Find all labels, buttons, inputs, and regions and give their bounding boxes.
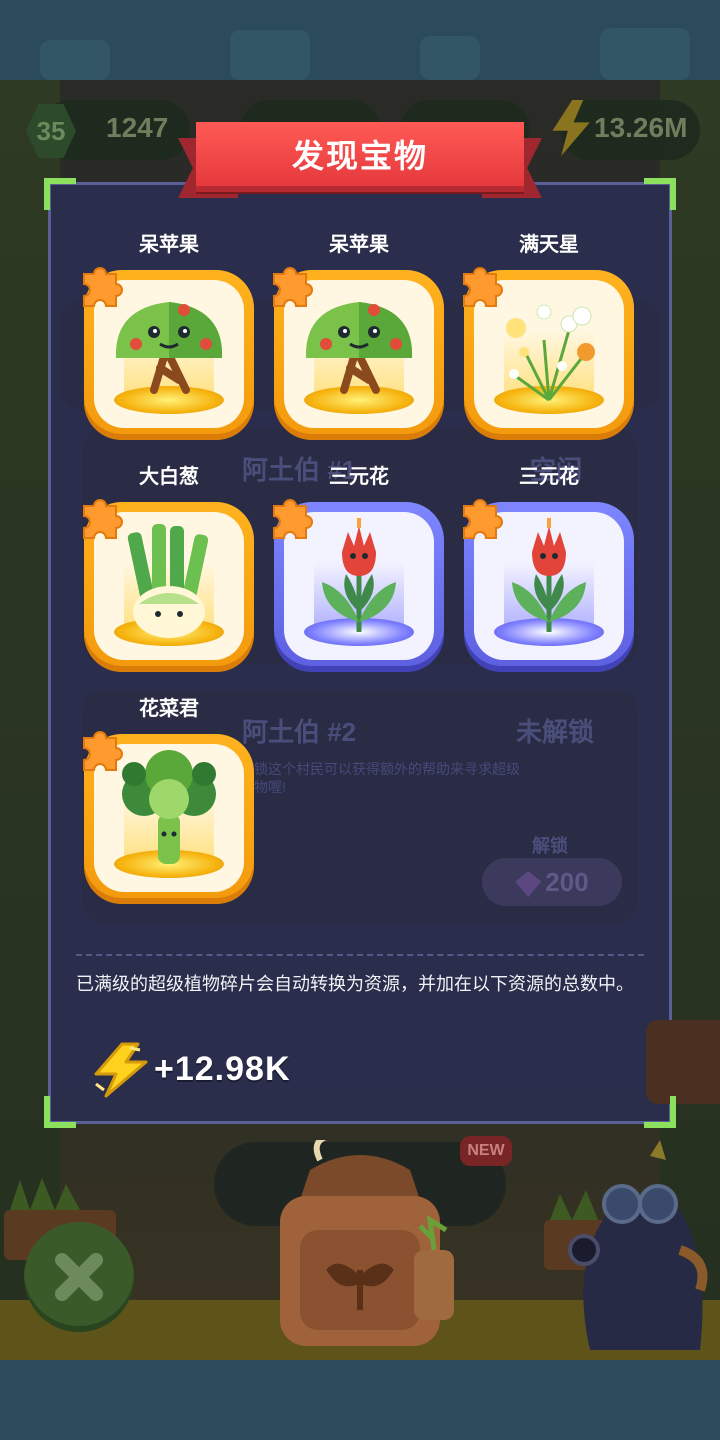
treasure-card[interactable]: 满天星 xyxy=(464,234,634,440)
energy-bolt-icon xyxy=(90,1040,152,1100)
corner-accent xyxy=(44,178,76,210)
next-arrow-button[interactable] xyxy=(646,1020,720,1104)
corner-accent xyxy=(644,1096,676,1128)
dialog-title: 发现宝物 xyxy=(196,122,524,192)
villager-creature-icon xyxy=(568,1140,708,1350)
bottom-deco-bar xyxy=(0,1360,720,1440)
treasure-name: 呆苹果 xyxy=(139,234,199,256)
puzzle-piece-icon xyxy=(458,494,506,542)
energy-value: 13.26M xyxy=(594,112,688,143)
treasure-card[interactable]: 呆苹果 xyxy=(274,234,444,440)
puzzle-piece-icon xyxy=(78,262,126,310)
puzzle-piece-icon xyxy=(268,494,316,542)
bg-deco xyxy=(600,28,690,80)
seeds-value: 1247 xyxy=(106,112,169,143)
treasure-name: 呆苹果 xyxy=(329,234,389,256)
puzzle-piece-icon xyxy=(78,726,126,774)
puzzle-piece-icon xyxy=(78,494,126,542)
gem-icon xyxy=(515,871,542,898)
close-button[interactable] xyxy=(24,1222,134,1332)
bg-deco xyxy=(230,30,310,80)
treasure-card[interactable]: 三元花 xyxy=(274,466,444,672)
treasure-name: 三元花 xyxy=(329,466,389,488)
backpack-icon xyxy=(280,1140,454,1346)
village2-status: 未解锁 xyxy=(516,717,595,747)
divider xyxy=(76,954,644,956)
puzzle-piece-icon xyxy=(458,262,506,310)
village2-desc: 解锁这个村民可以获得额外的帮助来寻求超级植物喔! xyxy=(240,761,520,795)
treasure-name: 三元花 xyxy=(519,466,579,488)
bg-deco xyxy=(420,36,480,80)
treasure-name: 满天星 xyxy=(519,234,579,256)
unlock-label: 解锁 xyxy=(532,836,568,856)
corner-accent xyxy=(44,1096,76,1128)
unlock-button[interactable]: 200 xyxy=(482,858,622,906)
treasure-card[interactable]: 大白葱 xyxy=(84,466,254,672)
treasure-name: 花菜君 xyxy=(139,698,199,720)
close-icon xyxy=(55,1253,103,1301)
treasure-name: 大白葱 xyxy=(139,466,199,488)
treasure-card[interactable]: 呆苹果 xyxy=(84,234,254,440)
conversion-info-text: 已满级的超级植物碎片会自动转换为资源，并加在以下资源的总数中。 xyxy=(76,974,634,994)
treasure-card[interactable]: 花菜君 xyxy=(84,698,254,904)
village2-title: 阿土伯 #2 xyxy=(242,717,357,747)
unlock-cost: 200 xyxy=(545,867,589,897)
treasure-card[interactable]: 三元花 xyxy=(464,466,634,672)
reward-value: +12.98K xyxy=(154,1050,291,1088)
top-deco-bar xyxy=(0,0,720,80)
corner-accent xyxy=(644,178,676,210)
puzzle-piece-icon xyxy=(268,262,316,310)
bg-deco xyxy=(40,40,110,80)
